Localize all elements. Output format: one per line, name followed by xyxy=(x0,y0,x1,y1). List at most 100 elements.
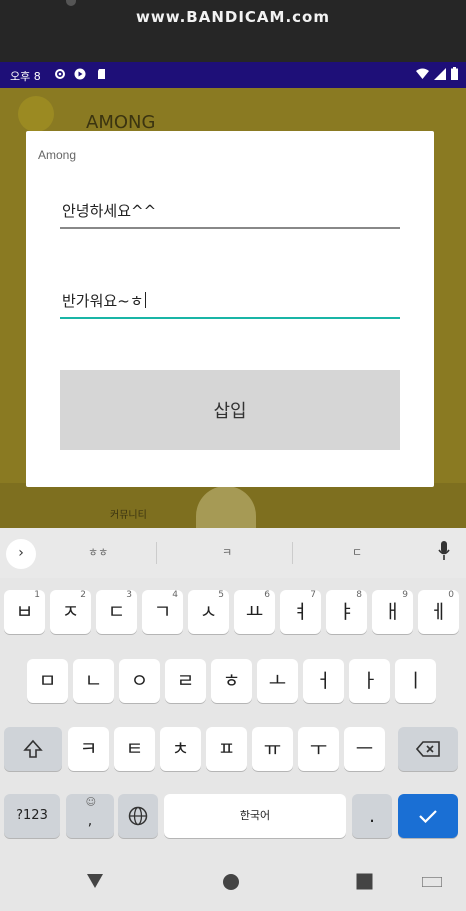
play-icon xyxy=(74,68,86,80)
chevron-right-icon: › xyxy=(18,545,24,561)
key-row3-3-label: ㅊ xyxy=(171,738,190,760)
comma-key-label: , xyxy=(87,813,93,829)
key-row3-1-label: ㅋ xyxy=(79,738,98,760)
space-key[interactable]: 한국어 xyxy=(164,794,346,838)
content-input[interactable]: 반가워요~ㅎ xyxy=(60,281,400,319)
app-logo xyxy=(18,96,54,132)
key-row2-5[interactable]: ㅎ xyxy=(211,659,252,703)
key-10-hint: 0 xyxy=(448,590,454,600)
key-row3-3[interactable]: ㅊ xyxy=(160,727,201,771)
key-row3-1[interactable]: ㅋ xyxy=(68,727,109,771)
symbols-key[interactable]: ?123 xyxy=(4,794,60,838)
suggestion-2[interactable]: ㅋ xyxy=(222,544,232,560)
key-3-hint: 3 xyxy=(126,590,132,600)
key-row2-4-label: ㄹ xyxy=(176,670,195,692)
key-row2-6-label: ㅗ xyxy=(268,670,287,692)
period-key[interactable]: . xyxy=(352,794,392,838)
key-row3-2-label: ㅌ xyxy=(125,738,144,760)
comma-key[interactable]: ☺ , xyxy=(66,794,114,838)
key-1[interactable]: ㅂ1 xyxy=(4,590,45,634)
keyboard-switch-icon[interactable] xyxy=(422,877,442,887)
checkmark-icon xyxy=(419,810,437,824)
app-title: AMONG xyxy=(86,112,156,133)
status-bar: 오후 8 xyxy=(0,62,466,88)
shift-key[interactable] xyxy=(4,727,62,771)
watermark-text: www.BANDICAM.com xyxy=(135,8,330,26)
globe-icon xyxy=(128,806,148,826)
backspace-key[interactable] xyxy=(398,727,458,771)
key-row2-4[interactable]: ㄹ xyxy=(165,659,206,703)
key-row3-7-label: ㅡ xyxy=(355,738,374,760)
gear-icon xyxy=(55,69,65,79)
home-icon[interactable] xyxy=(222,873,240,891)
suggestion-1[interactable]: ㅎㅎ xyxy=(88,544,108,560)
key-row2-6[interactable]: ㅗ xyxy=(257,659,298,703)
expand-toolbar-button[interactable]: › xyxy=(6,539,36,569)
suggestion-strip: › ㅎㅎ ㅋ ㄷ xyxy=(0,528,466,578)
key-row2-7[interactable]: ㅓ xyxy=(303,659,344,703)
key-row2-8-label: ㅏ xyxy=(360,670,379,692)
shift-arrow-icon xyxy=(23,739,43,758)
suggestion-divider xyxy=(292,542,293,564)
backspace-icon xyxy=(415,741,440,757)
key-7[interactable]: ㅕ7 xyxy=(280,590,321,634)
key-row2-8[interactable]: ㅏ xyxy=(349,659,390,703)
key-row2-2[interactable]: ㄴ xyxy=(73,659,114,703)
key-row3-5-label: ㅠ xyxy=(263,738,282,760)
key-6-hint: 6 xyxy=(264,590,270,600)
key-row2-9[interactable]: ㅣ xyxy=(395,659,436,703)
title-input-underline xyxy=(60,227,400,229)
key-3[interactable]: ㄷ3 xyxy=(96,590,137,634)
key-row3-4-label: ㅍ xyxy=(217,738,236,760)
title-input-value: 안녕하세요^^ xyxy=(62,202,157,220)
dialog-title: Among xyxy=(38,148,77,162)
suggestion-divider xyxy=(156,542,157,564)
key-5[interactable]: ㅅ5 xyxy=(188,590,229,634)
key-1-label: ㅂ xyxy=(15,601,34,623)
key-row2-9-label: ㅣ xyxy=(406,670,425,692)
key-10[interactable]: ㅔ0 xyxy=(418,590,459,634)
keyboard: › ㅎㅎ ㅋ ㄷ ㅂ1ㅈ2ㄷ3ㄱ4ㅅ5ㅛ6ㅕ7ㅑ8ㅐ9ㅔ0 ㅁㄴㅇㄹㅎㅗㅓㅏㅣ … xyxy=(0,528,466,853)
key-8[interactable]: ㅑ8 xyxy=(326,590,367,634)
key-7-label: ㅕ xyxy=(291,601,310,623)
key-row3-4[interactable]: ㅍ xyxy=(206,727,247,771)
key-4-label: ㄱ xyxy=(153,601,172,623)
key-4[interactable]: ㄱ4 xyxy=(142,590,183,634)
battery-icon xyxy=(451,67,458,80)
language-key[interactable] xyxy=(118,794,158,838)
key-2[interactable]: ㅈ2 xyxy=(50,590,91,634)
content-input-value-wrap: 반가워요~ㅎ xyxy=(62,290,146,311)
key-row3-2[interactable]: ㅌ xyxy=(114,727,155,771)
key-1-hint: 1 xyxy=(34,590,40,600)
content-input-value: 반가워요~ㅎ xyxy=(62,292,144,310)
back-icon[interactable] xyxy=(86,873,104,889)
key-9-label: ㅐ xyxy=(383,601,402,623)
signal-icon xyxy=(434,67,446,80)
key-row2-1[interactable]: ㅁ xyxy=(27,659,68,703)
camera-notch xyxy=(66,0,76,6)
key-6[interactable]: ㅛ6 xyxy=(234,590,275,634)
key-9[interactable]: ㅐ9 xyxy=(372,590,413,634)
suggestion-3[interactable]: ㄷ xyxy=(352,544,362,560)
content-input-underline xyxy=(60,317,400,319)
key-3-label: ㄷ xyxy=(107,601,126,623)
key-row2-5-label: ㅎ xyxy=(222,670,241,692)
key-row3-7[interactable]: ㅡ xyxy=(344,727,385,771)
status-time: 오후 8 xyxy=(10,70,41,83)
system-navigation-bar xyxy=(0,853,466,911)
key-8-label: ㅑ xyxy=(337,601,356,623)
title-input[interactable]: 안녕하세요^^ xyxy=(60,193,400,229)
key-row2-7-label: ㅓ xyxy=(314,670,333,692)
sd-card-icon xyxy=(98,69,105,79)
recording-watermark-bar: www.BANDICAM.com xyxy=(0,0,466,62)
microphone-icon[interactable] xyxy=(438,541,450,561)
enter-key[interactable] xyxy=(398,794,458,838)
recents-icon[interactable] xyxy=(356,873,373,890)
key-2-label: ㅈ xyxy=(61,601,80,623)
wifi-icon xyxy=(416,68,429,79)
key-row2-3[interactable]: ㅇ xyxy=(119,659,160,703)
text-cursor xyxy=(144,292,146,308)
key-row3-6[interactable]: ㅜ xyxy=(298,727,339,771)
insert-button[interactable]: 삽입 xyxy=(60,370,400,450)
key-row3-5[interactable]: ㅠ xyxy=(252,727,293,771)
